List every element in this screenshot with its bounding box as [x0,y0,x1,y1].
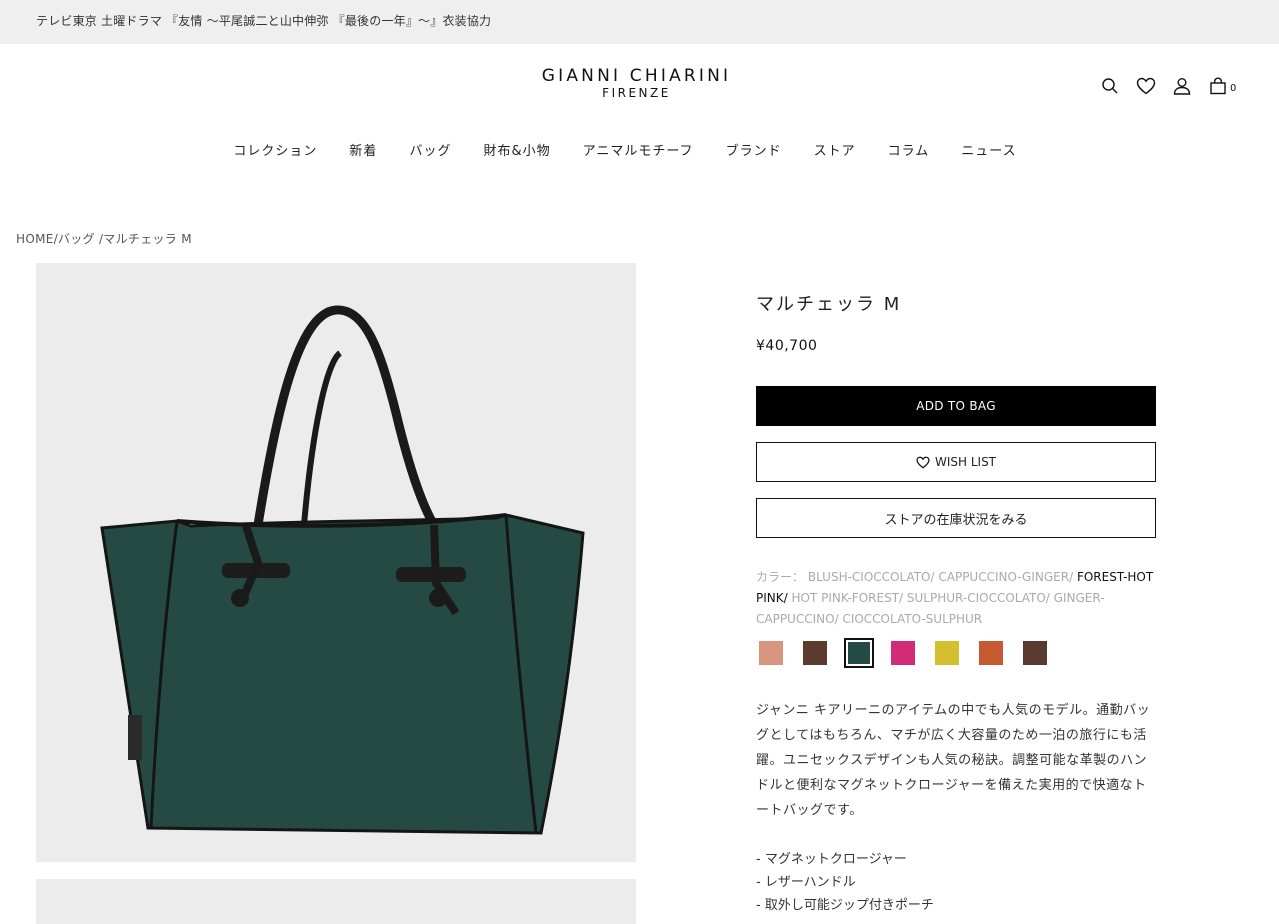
color-option[interactable]: CAPPUCCINO-GINGER/ [938,570,1073,584]
product-title: マルチェッラ M [756,294,902,315]
logo-sub-text: FIRENZE [602,86,671,100]
color-swatch[interactable] [844,638,874,668]
color-option[interactable]: BLUSH-CIOCCOLATO/ [808,570,935,584]
account-icon[interactable] [1170,74,1194,98]
nav-item-wallets[interactable]: 財布&小物 [483,140,550,159]
color-label: カラー： [756,570,805,584]
color-swatches [756,638,1064,668]
add-to-bag-button[interactable]: ADD TO BAG [756,386,1156,426]
feature-item: - マグネットクロージャー [756,852,907,867]
add-to-bag-label: ADD TO BAG [916,399,996,413]
nav-item-collection[interactable]: コレクション [233,140,317,159]
heart-icon [916,456,930,469]
heart-icon[interactable] [1134,74,1158,98]
color-option[interactable]: CIOCCOLATO-SULPHUR [842,612,982,626]
color-swatch[interactable] [1020,638,1050,668]
search-icon[interactable] [1098,74,1122,98]
feature-list: - マグネットクロージャー - レザーハンドル - 取外し可能ジップ付きポーチ [756,848,934,917]
wish-list-button[interactable]: WISH LIST [756,442,1156,482]
color-options: カラー： BLUSH-CIOCCOLATO/ CAPPUCCINO-GINGER… [756,567,1156,630]
color-swatch[interactable] [976,638,1006,668]
nav-item-column[interactable]: コラム [888,140,930,159]
nav-item-new[interactable]: 新着 [349,140,377,159]
color-swatch[interactable] [932,638,962,668]
nav-item-animal-motif[interactable]: アニマルモチーフ [583,140,694,159]
product-image-secondary[interactable] [36,879,636,924]
store-stock-label: ストアの在庫状況をみる [884,512,1028,528]
color-swatch[interactable] [800,638,830,668]
product-price: ¥40,700 [756,338,818,354]
product-image[interactable] [36,263,636,862]
store-stock-button[interactable]: ストアの在庫状況をみる [756,498,1156,538]
feature-item: - レザーハンドル [756,875,856,890]
cart-count: 0 [1230,82,1237,94]
color-swatch[interactable] [888,638,918,668]
announcement-bar: テレビ東京 土曜ドラマ 『友情 〜平尾誠二と山中伸弥 『最後の一年』〜』衣装協力 [0,0,1279,44]
nav-item-store[interactable]: ストア [814,140,856,159]
product-info: マルチェッラ M ¥40,700 ADD TO BAG WISH LIST スト… [756,290,1156,913]
nav-item-brand[interactable]: ブランド [726,140,782,159]
cart-icon[interactable] [1206,74,1230,98]
breadcrumb[interactable]: HOME/バッグ /マルチェッラ M [16,230,192,247]
product-description: ジャンニ キアリーニのアイテムの中でも人気のモデル。通勤バッグとしてはもちろん、… [756,703,1151,818]
brand-logo[interactable]: GIANNI CHIARINI FIRENZE [0,66,1273,100]
main-nav: コレクション 新着 バッグ 財布&小物 アニマルモチーフ ブランド ストア コラ… [0,140,1250,159]
feature-item: - 取外し可能ジップ付きポーチ [756,898,934,913]
wish-list-label: WISH LIST [934,455,997,469]
announcement-text[interactable]: テレビ東京 土曜ドラマ 『友情 〜平尾誠二と山中伸弥 『最後の一年』〜』衣装協力 [36,12,491,29]
nav-item-news[interactable]: ニュース [961,140,1016,159]
nav-item-bags[interactable]: バッグ [409,140,451,159]
color-option[interactable]: SULPHUR-CIOCCOLATO/ [907,591,1050,605]
logo-main-text: GIANNI CHIARINI [541,66,732,86]
color-option[interactable]: HOT PINK-FOREST/ [792,591,904,605]
color-swatch[interactable] [756,638,786,668]
header-icons: 0 [1098,74,1236,98]
